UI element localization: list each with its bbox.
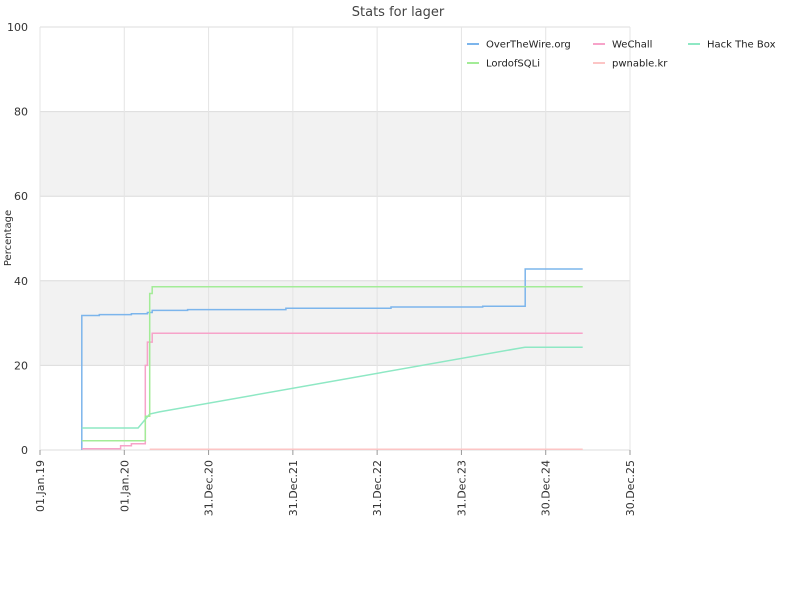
legend-label: Hack The Box — [707, 40, 776, 51]
stats-chart: Stats for lager Percentage 020406080100 … — [3, 5, 776, 516]
x-tick-label: 31.Dec.20 — [203, 460, 216, 516]
legend-label: LordofSQLi — [486, 59, 540, 70]
legend-label: WeChall — [612, 40, 652, 51]
y-tick-label: 60 — [14, 190, 28, 203]
y-tick-label: 20 — [14, 359, 28, 372]
plot-background-bands — [40, 111, 630, 366]
y-tick-label: 80 — [14, 106, 28, 119]
legend-item-hack-the-box[interactable]: Hack The Box — [688, 40, 776, 51]
plot-band — [40, 111, 630, 197]
y-axis-label: Percentage — [3, 210, 14, 266]
gridlines — [39, 26, 631, 451]
y-tick-label: 100 — [7, 21, 28, 34]
y-tick-label: 40 — [14, 275, 28, 288]
legend-item-overthewire-org[interactable]: OverTheWire.org — [467, 40, 571, 51]
legend-item-lordofsqli[interactable]: LordofSQLi — [467, 59, 540, 70]
plot-band — [40, 280, 630, 366]
x-tick-label: 30.Dec.24 — [540, 460, 553, 516]
chart-title: Stats for lager — [352, 5, 445, 20]
x-tick-label: 31.Dec.22 — [371, 460, 384, 516]
x-tick-label: 31.Dec.23 — [455, 460, 468, 516]
legend[interactable]: OverTheWire.org WeChall Hack The Box Lordof… — [467, 40, 776, 70]
legend-label: pwnable.kr — [612, 59, 668, 70]
y-tick-label: 0 — [21, 444, 28, 457]
legend-item-pwnable-kr[interactable]: pwnable.kr — [593, 59, 668, 70]
x-tick-label: 01.Jan.19 — [34, 460, 47, 512]
x-tick-label: 30.Dec.25 — [624, 460, 637, 516]
x-tick-label: 01.Jan.20 — [118, 460, 131, 512]
legend-label: OverTheWire.org — [486, 40, 571, 51]
x-tick-label: 31.Dec.21 — [287, 460, 300, 516]
legend-item-wechall[interactable]: WeChall — [593, 40, 652, 51]
x-axis-ticks: 01.Jan.19 01.Jan.20 31.Dec.20 31.Dec.21 31.D… — [34, 450, 637, 516]
